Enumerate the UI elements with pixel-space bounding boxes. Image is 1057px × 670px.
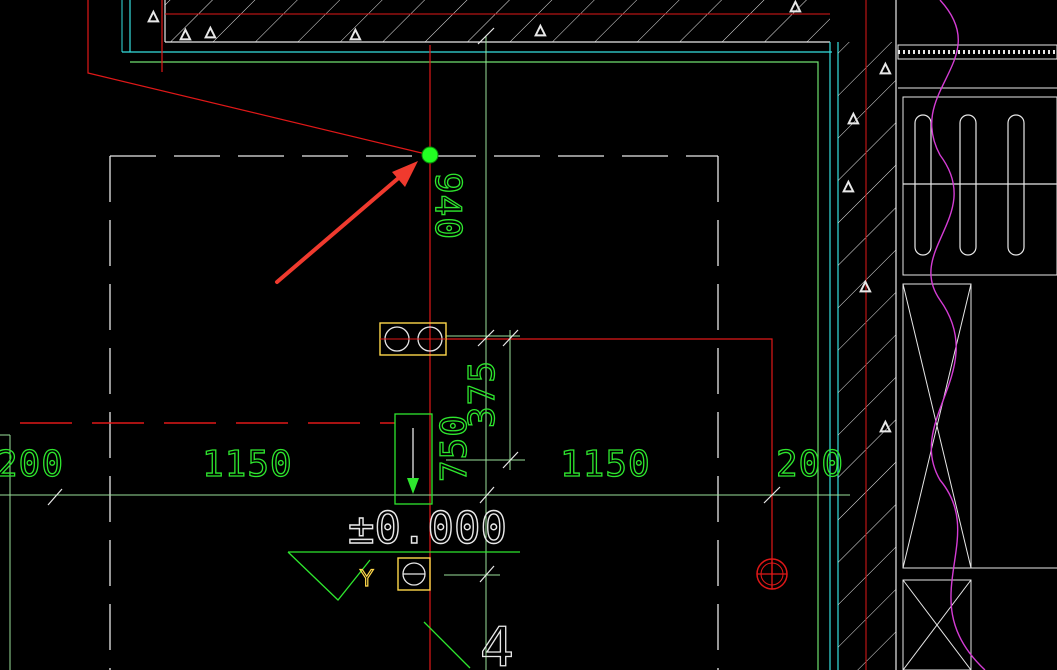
- level-mark: ±0.000: [287, 502, 520, 601]
- axis-tag-y: Y: [359, 567, 374, 592]
- dim-left-200: 200: [0, 444, 64, 485]
- dim-right-200: 200: [776, 444, 844, 485]
- svg-text:△: △: [148, 8, 159, 24]
- grid-number: 4: [480, 616, 514, 670]
- svg-text:△: △: [880, 60, 891, 76]
- svg-text:±0.000: ±0.000: [348, 503, 507, 554]
- ceiling-dashed-outline: [109, 155, 719, 670]
- svg-text:△: △: [880, 418, 891, 434]
- green-dot-icon[interactable]: [421, 146, 439, 164]
- dim-vertical-375: 375: [462, 360, 503, 428]
- dim-right-1150: 1150: [560, 444, 651, 485]
- dim-left-1150: 1150: [202, 444, 293, 485]
- room-outline: [130, 42, 839, 670]
- svg-text:△: △: [205, 24, 216, 40]
- dim-vertical-940: 940: [427, 172, 468, 240]
- svg-text:△: △: [843, 178, 854, 194]
- svg-text:△: △: [848, 110, 859, 126]
- bottom-socket-symbol[interactable]: [397, 557, 431, 591]
- svg-text:△: △: [180, 26, 191, 42]
- svg-text:△: △: [350, 26, 361, 42]
- top-wall: △ △ △ △ △ △: [121, 0, 832, 53]
- right-wall: △ △ △ △ △: [838, 0, 897, 670]
- double-socket-symbol[interactable]: [379, 322, 447, 356]
- wardrobe: [897, 0, 1057, 670]
- svg-text:△: △: [535, 22, 546, 38]
- svg-text:△: △: [860, 278, 871, 294]
- green-panel-symbol[interactable]: [394, 413, 433, 505]
- red-arrow-icon: [275, 161, 418, 284]
- crosshair-circle-icon[interactable]: [756, 558, 788, 590]
- svg-text:△: △: [790, 0, 801, 14]
- grid-leader-line: [423, 621, 471, 669]
- cad-drawing-canvas[interactable]: △ △ △ △ △ △ △ △ △ △ △ 200 1150 1150 200 …: [0, 0, 1057, 670]
